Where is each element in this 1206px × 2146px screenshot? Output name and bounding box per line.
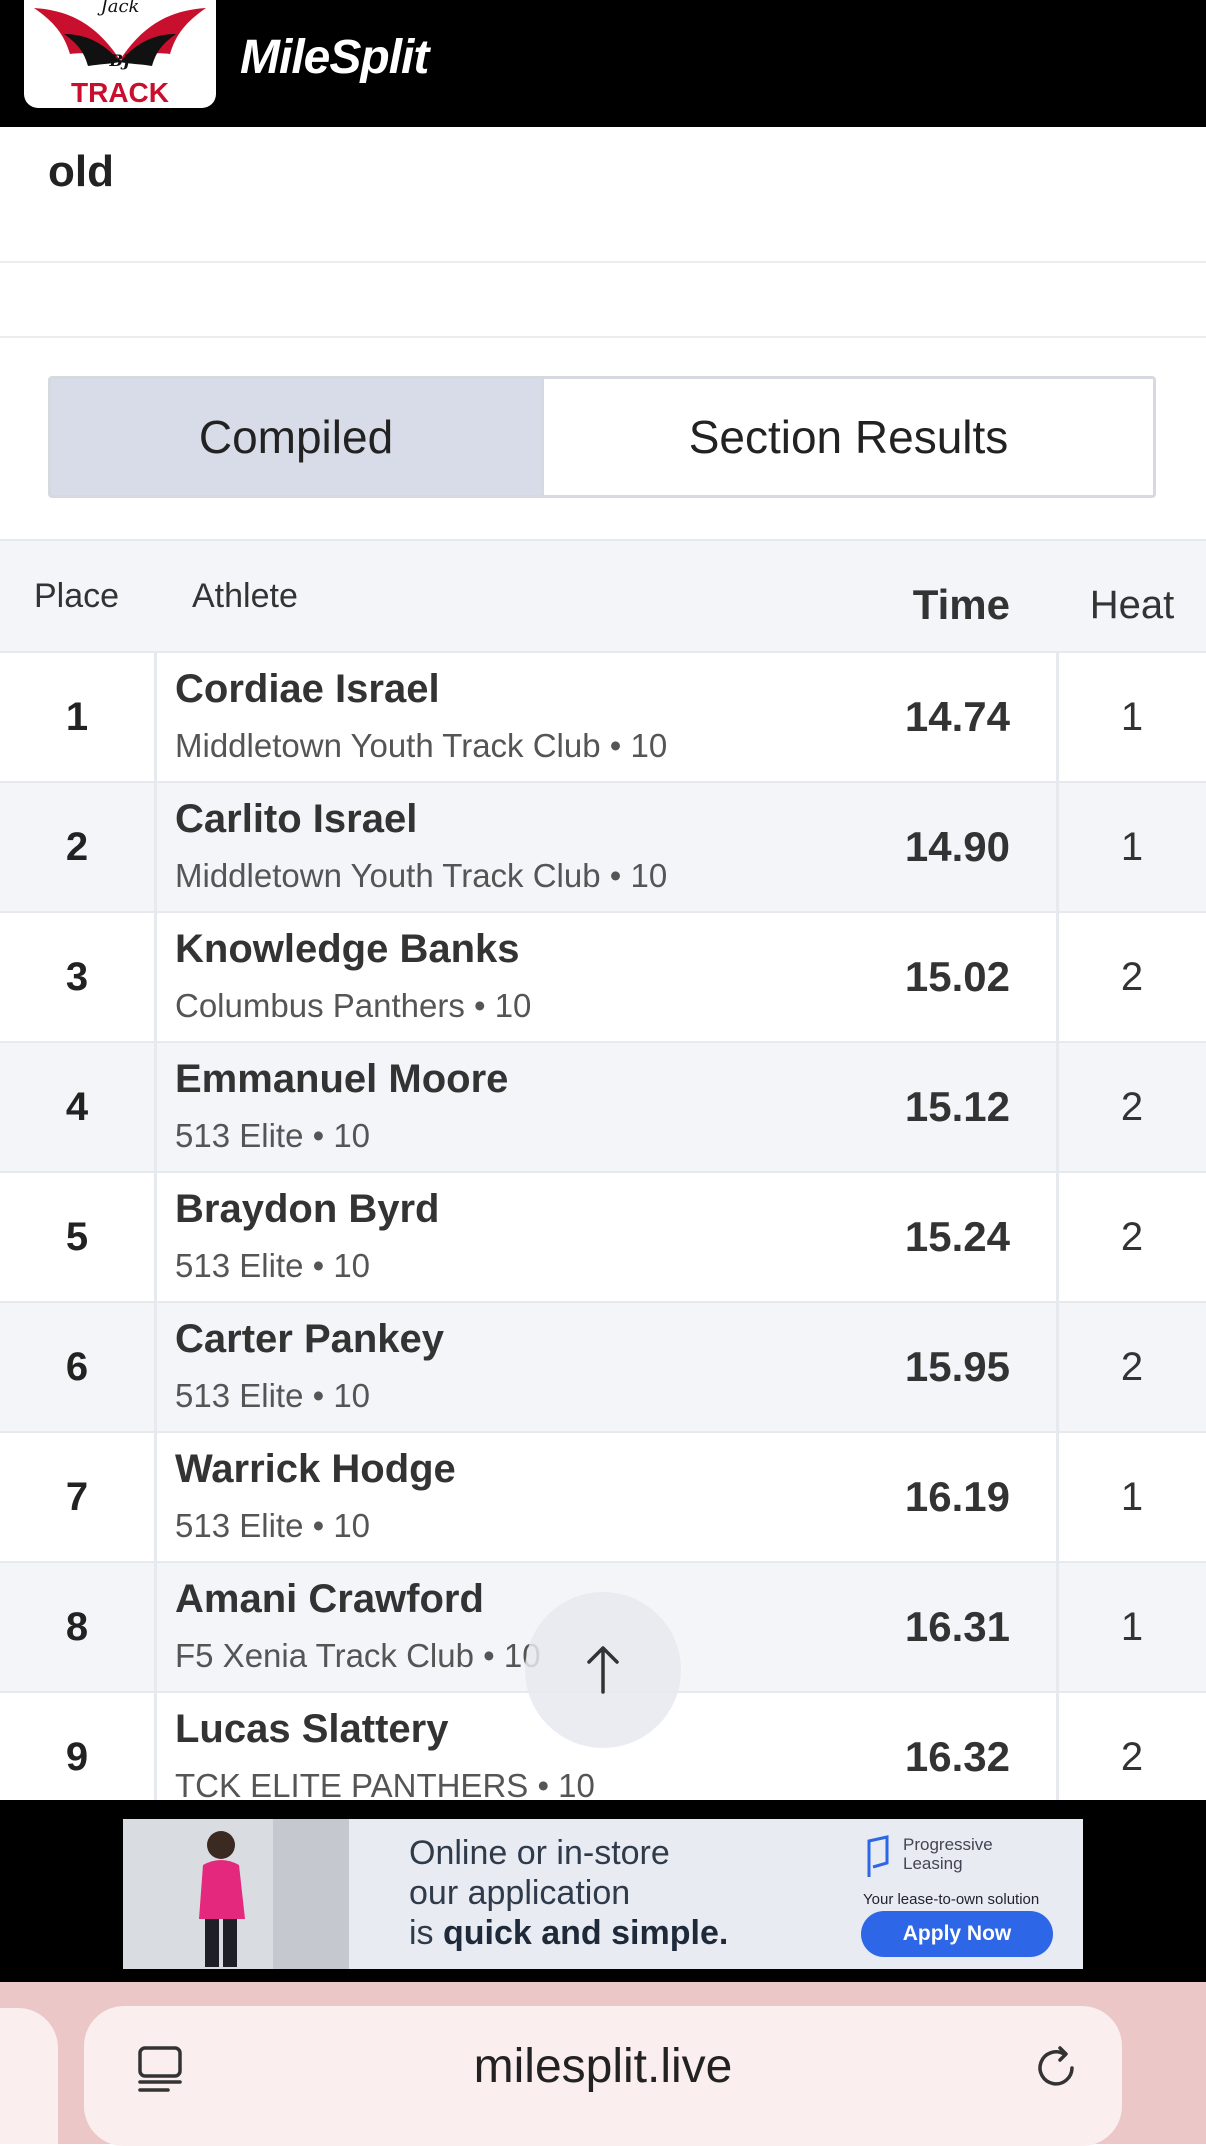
tab-compiled[interactable]: Compiled: [51, 379, 544, 495]
table-row[interactable]: 1 Cordiae Israel Middletown Youth Track …: [0, 651, 1206, 781]
athlete-name[interactable]: Carter Pankey: [175, 1317, 444, 1362]
column-header-time[interactable]: Time: [913, 541, 1010, 669]
place-cell: 8: [65, 1604, 89, 1649]
scroll-to-top-button[interactable]: [525, 1592, 681, 1748]
athlete-name[interactable]: Carlito Israel: [175, 797, 417, 842]
heat-cell: 1: [1120, 824, 1144, 869]
athlete-name[interactable]: Knowledge Banks: [175, 927, 520, 972]
athlete-team: 513 Elite • 10: [175, 1247, 371, 1284]
progressive-leasing-logo-icon: [867, 1835, 889, 1877]
top-header: Jack BJ TRACK MileSplit: [0, 0, 1206, 127]
table-row[interactable]: 6 Carter Pankey 513 Elite • 10 15.95 2: [0, 1301, 1206, 1431]
place-cell: 9: [65, 1734, 89, 1779]
athlete-team: 513 Elite • 10: [175, 1377, 371, 1414]
place-cell: 2: [65, 824, 89, 869]
time-cell: 14.90: [904, 823, 1010, 870]
ad-photo: [123, 1819, 349, 1969]
time-cell: 15.95: [904, 1343, 1010, 1390]
event-title: old: [48, 147, 114, 196]
table-row[interactable]: 7 Warrick Hodge 513 Elite • 10 16.19 1: [0, 1431, 1206, 1561]
divider: [154, 1433, 157, 1561]
athlete-name[interactable]: Amani Crawford: [175, 1577, 484, 1622]
time-cell: 16.19: [904, 1473, 1010, 1520]
team-logo[interactable]: Jack BJ TRACK: [24, 0, 216, 108]
ad-brand: Progressive Leasing Your lease-to-own sol…: [863, 1835, 1040, 1908]
ad-copy: Online or in-store our application is qu…: [409, 1834, 729, 1952]
heat-cell: 1: [1120, 694, 1144, 739]
athlete-name[interactable]: Cordiae Israel: [175, 667, 440, 712]
apply-now-button[interactable]: Apply Now: [861, 1911, 1053, 1957]
ad-banner-container: Online or in-store our application is qu…: [0, 1800, 1206, 1982]
place-cell: 7: [65, 1474, 89, 1519]
time-cell: 16.31: [904, 1603, 1010, 1650]
table-header: Place Athlete Time Heat: [0, 539, 1206, 651]
athlete-team: Middletown Youth Track Club • 10: [175, 727, 668, 764]
reload-icon[interactable]: [1030, 2042, 1082, 2099]
results-content: old Compiled Section Results Place Athle…: [0, 127, 1206, 1800]
place-cell: 4: [65, 1084, 89, 1129]
tab-section-results[interactable]: Section Results: [544, 379, 1153, 495]
address-bar[interactable]: milesplit.live: [84, 2006, 1122, 2146]
heat-cell: 1: [1120, 1474, 1144, 1519]
heat-cell: 2: [1120, 1344, 1144, 1389]
athlete-name[interactable]: Lucas Slattery: [175, 1707, 448, 1752]
athlete-team: 513 Elite • 10: [175, 1117, 371, 1154]
heat-cell: 2: [1120, 954, 1144, 999]
athlete-name[interactable]: Warrick Hodge: [175, 1447, 456, 1492]
athlete-team: Columbus Panthers • 10: [175, 987, 532, 1024]
place-cell: 3: [65, 954, 89, 999]
divider: [154, 1563, 157, 1691]
divider: [154, 783, 157, 911]
athlete-name[interactable]: Emmanuel Moore: [175, 1057, 508, 1102]
place-cell: 6: [65, 1344, 89, 1389]
table-row[interactable]: 2 Carlito Israel Middletown Youth Track …: [0, 781, 1206, 911]
ad-banner[interactable]: Online or in-store our application is qu…: [123, 1819, 1083, 1969]
milesplit-brand[interactable]: MileSplit: [240, 30, 429, 85]
time-cell: 15.12: [904, 1083, 1010, 1130]
track-wings-logo-icon: Jack BJ TRACK: [34, 0, 206, 108]
time-cell: 16.32: [904, 1733, 1010, 1780]
table-row[interactable]: 4 Emmanuel Moore 513 Elite • 10 15.12 2: [0, 1041, 1206, 1171]
previous-tab-peek[interactable]: [0, 2008, 58, 2144]
column-header-athlete[interactable]: Athlete: [192, 541, 298, 651]
heat-cell: 2: [1120, 1214, 1144, 1259]
column-header-place[interactable]: Place: [34, 541, 119, 651]
divider: [154, 913, 157, 1041]
table-row[interactable]: 5 Braydon Byrd 513 Elite • 10 15.24 2: [0, 1171, 1206, 1301]
place-cell: 5: [65, 1214, 89, 1259]
arrow-up-icon: [587, 1646, 619, 1694]
svg-text:BJ: BJ: [108, 51, 132, 70]
time-cell: 15.24: [904, 1213, 1010, 1260]
heat-cell: 2: [1120, 1084, 1144, 1129]
heat-cell: 2: [1120, 1734, 1144, 1779]
heat-cell: 1: [1120, 1604, 1144, 1649]
url-text[interactable]: milesplit.live: [84, 2006, 1122, 2126]
svg-text:Jack: Jack: [97, 0, 140, 17]
results-tabs: Compiled Section Results: [48, 376, 1156, 498]
athlete-team: 513 Elite • 10: [175, 1507, 371, 1544]
athlete-team: F5 Xenia Track Club • 10: [175, 1637, 541, 1674]
browser-toolbar: milesplit.live: [0, 1982, 1206, 2146]
table-row[interactable]: 3 Knowledge Banks Columbus Panthers • 10…: [0, 911, 1206, 1041]
athlete-team: Middletown Youth Track Club • 10: [175, 857, 668, 894]
time-cell: 15.02: [904, 953, 1010, 1000]
divider: [0, 336, 1206, 338]
divider: [154, 1173, 157, 1301]
divider: [154, 653, 157, 781]
column-header-heat[interactable]: Heat: [1058, 541, 1206, 669]
athlete-name[interactable]: Braydon Byrd: [175, 1187, 440, 1232]
svg-text:TRACK: TRACK: [71, 77, 169, 108]
divider: [154, 1043, 157, 1171]
divider: [154, 1303, 157, 1431]
place-cell: 1: [65, 694, 89, 739]
athlete-team: TCK ELITE PANTHERS • 10: [175, 1767, 595, 1800]
divider: [0, 261, 1206, 263]
divider: [154, 1693, 157, 1800]
time-cell: 14.74: [904, 693, 1010, 740]
